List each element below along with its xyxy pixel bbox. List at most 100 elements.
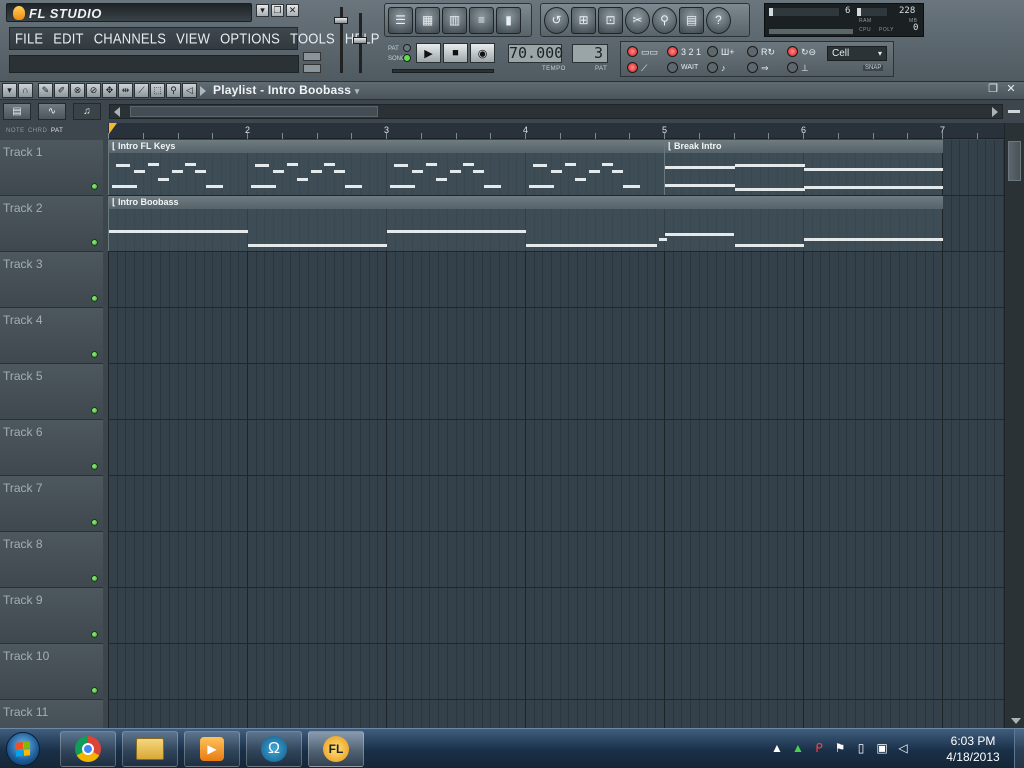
track-mute-led[interactable] — [91, 519, 98, 526]
timeline-ruler[interactable]: 234567 — [108, 123, 1004, 139]
pat-mode-led[interactable] — [403, 44, 411, 52]
track-header[interactable]: Track 1 — [0, 140, 103, 196]
playhead-marker-icon[interactable] — [109, 123, 117, 134]
piano-roll-icon[interactable]: ▥ — [442, 6, 467, 34]
undo-icon[interactable]: ↺ — [544, 6, 569, 34]
device-icon[interactable]: ▯ — [854, 741, 868, 755]
tab-chord[interactable]: CHRD — [28, 128, 47, 134]
taskbar-app-omega[interactable]: Ω — [246, 731, 302, 767]
minimize-icon[interactable]: ▾ — [256, 4, 269, 17]
metronome-led[interactable] — [627, 62, 638, 73]
system-clock[interactable]: 6:03 PM 4/18/2013 — [937, 733, 1009, 765]
search-icon[interactable]: ⚲ — [652, 6, 677, 34]
action-center-flag-icon[interactable]: ⚑ — [833, 741, 847, 755]
volume-icon[interactable]: ◁ — [896, 741, 910, 755]
step-sequencer-icon[interactable]: ▦ — [415, 6, 440, 34]
playlist-close-icon[interactable]: ✕ — [1004, 83, 1018, 97]
antivirus-icon[interactable]: ᑭ — [812, 741, 826, 755]
title-bar[interactable]: FL STUDIO — [6, 3, 252, 22]
taskbar-explorer[interactable] — [122, 731, 178, 767]
pattern-clip[interactable]: ⌊ Intro FL Keys — [108, 140, 665, 195]
play-button[interactable]: ▶ — [416, 43, 441, 63]
green-triangle-icon[interactable]: ▲ — [791, 741, 805, 755]
countdown-led[interactable] — [667, 46, 678, 57]
project-info-icon[interactable]: ▤ — [679, 6, 704, 34]
show-desktop-button[interactable] — [1014, 729, 1024, 768]
automation-icon[interactable]: ∿ — [38, 103, 66, 120]
help-icon[interactable]: ? — [706, 6, 731, 34]
scroll-led[interactable] — [747, 62, 758, 73]
track-mute-led[interactable] — [91, 351, 98, 358]
browser-icon[interactable]: ≡ — [469, 6, 494, 34]
taskbar-media-player[interactable]: ▶ — [184, 731, 240, 767]
delete-tool-icon[interactable]: ⊗ — [70, 83, 85, 98]
cpu-meter-icon[interactable] — [303, 64, 321, 73]
draw-tool-icon[interactable]: ✎ — [38, 83, 53, 98]
scroll-left-icon[interactable] — [114, 107, 120, 117]
loop-record-led[interactable] — [787, 46, 798, 57]
menu-view[interactable]: VIEW — [171, 30, 215, 47]
track-header[interactable]: Track 8 — [0, 532, 103, 588]
mixer-icon[interactable]: ▮ — [496, 6, 521, 34]
track-header[interactable]: Track 10 — [0, 644, 103, 700]
paint-tool-icon[interactable]: ✐ — [54, 83, 69, 98]
export-icon[interactable]: ⊡ — [598, 6, 623, 34]
pattern-mode-icon[interactable]: ▤ — [3, 103, 31, 120]
track-header[interactable]: Track 9 — [0, 588, 103, 644]
cut-icon[interactable]: ✂ — [625, 6, 650, 34]
track-header[interactable]: Track 2 — [0, 196, 103, 252]
track-header[interactable]: Track 6 — [0, 420, 103, 476]
playlist-grid[interactable]: ⌊ Intro FL Keys ⌊ Break Intro ⌊ Intro Boob… — [108, 140, 1004, 728]
track-header[interactable]: Track 4 — [0, 308, 103, 364]
note-led[interactable] — [707, 62, 718, 73]
tab-note[interactable]: NOTE — [6, 128, 25, 134]
start-button[interactable] — [6, 732, 40, 766]
master-pitch-knob[interactable] — [353, 37, 367, 44]
step-edit-led[interactable] — [707, 46, 718, 57]
track-header[interactable]: Track 7 — [0, 476, 103, 532]
horizontal-scrollbar[interactable] — [109, 104, 1003, 119]
tab-pattern[interactable]: PAT — [51, 128, 63, 134]
select-tool-icon[interactable]: ⬚ — [150, 83, 165, 98]
wait-led[interactable] — [667, 62, 678, 73]
tempo-display[interactable]: 70.000 — [508, 44, 563, 63]
network-icon[interactable]: ▣ — [875, 741, 889, 755]
track-mute-led[interactable] — [91, 183, 98, 190]
stop-button[interactable]: ■ — [443, 43, 468, 63]
taskbar-chrome[interactable] — [60, 731, 116, 767]
master-volume-knob[interactable] — [334, 17, 348, 24]
audio-track-icon[interactable]: ♫ — [73, 103, 101, 120]
track-mute-led[interactable] — [91, 239, 98, 246]
track-mute-led[interactable] — [91, 407, 98, 414]
slice-tool-icon[interactable]: ⇹ — [118, 83, 133, 98]
close-icon[interactable]: ✕ — [286, 4, 299, 17]
mixer-record-led[interactable] — [787, 62, 798, 73]
typing-keyboard-led[interactable] — [627, 46, 638, 57]
online-icon[interactable] — [303, 52, 321, 61]
track-mute-led[interactable] — [91, 295, 98, 302]
magnet-icon[interactable]: ∩ — [18, 83, 33, 98]
vertical-scroll-thumb[interactable] — [1008, 141, 1021, 181]
knife-tool-icon[interactable]: ⟋ — [134, 83, 149, 98]
playlist-title[interactable]: Playlist - Intro Boobass ▾ — [213, 83, 359, 97]
track-header[interactable]: Track 5 — [0, 364, 103, 420]
song-position-slider[interactable] — [392, 69, 494, 73]
restore-icon[interactable]: ❐ — [271, 4, 284, 17]
menu-options[interactable]: OPTIONS — [215, 30, 285, 47]
menu-channels[interactable]: CHANNELS — [89, 30, 171, 47]
record-button[interactable]: ◉ — [470, 43, 495, 63]
playback-tool-icon[interactable]: ◁ — [182, 83, 197, 98]
track-mute-led[interactable] — [91, 463, 98, 470]
playlist-icon[interactable]: ☰ — [388, 6, 413, 34]
scroll-down-icon[interactable] — [1011, 718, 1021, 724]
pattern-clip[interactable]: ⌊ Break Intro — [664, 140, 943, 195]
snap-select[interactable]: Cell ▾ — [827, 46, 887, 61]
pattern-clip[interactable]: ⌊ Intro Boobass — [108, 196, 943, 251]
blend-led[interactable] — [747, 46, 758, 57]
slip-tool-icon[interactable]: ✥ — [102, 83, 117, 98]
track-mute-led[interactable] — [91, 575, 98, 582]
mute-tool-icon[interactable]: ⊘ — [86, 83, 101, 98]
zoom-minus-icon[interactable] — [1008, 110, 1020, 113]
save-icon[interactable]: ⊞ — [571, 6, 596, 34]
detach-icon[interactable]: ❐ — [986, 83, 1000, 97]
